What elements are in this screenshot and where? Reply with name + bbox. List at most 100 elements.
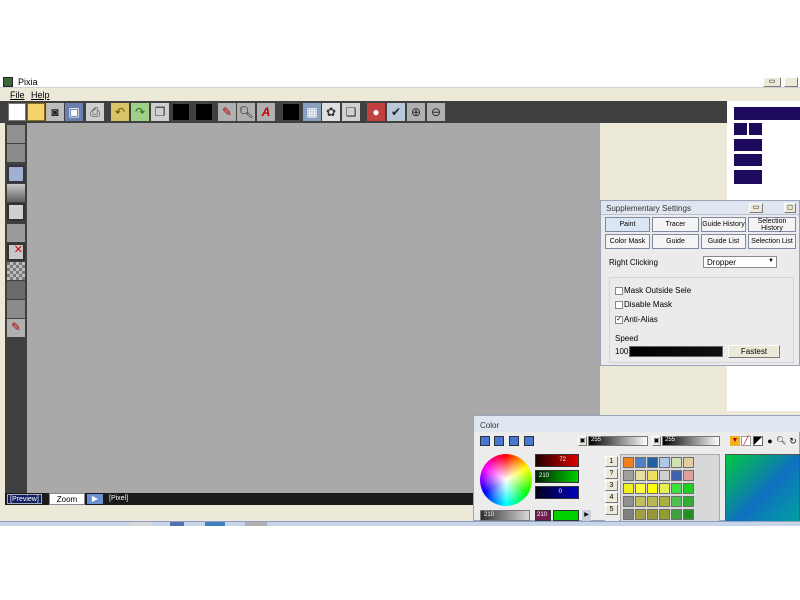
swatch-green-2[interactable] <box>683 483 694 494</box>
swatch-brush-7[interactable] <box>623 470 634 481</box>
zoom-arrow-button[interactable]: ▶ <box>87 494 103 504</box>
swatch-olive-6[interactable] <box>659 509 670 520</box>
swatch-olive-2[interactable] <box>647 496 658 507</box>
swatch-olive-5[interactable] <box>647 509 658 520</box>
disable-mask-checkbox[interactable] <box>615 301 623 309</box>
hue-strip[interactable]: 210 <box>535 510 551 521</box>
palette-block-4[interactable] <box>734 154 762 166</box>
swatch-brush-11[interactable] <box>671 470 682 481</box>
scroll-up-arrow[interactable]: ▶ <box>582 510 591 521</box>
gradient-tool-icon[interactable] <box>7 184 25 202</box>
redo-icon[interactable]: ↷ <box>131 103 149 121</box>
layer-frame-icon[interactable] <box>7 203 25 221</box>
save-icon[interactable]: ▣ <box>65 103 83 121</box>
mask-outside-checkbox[interactable] <box>615 287 623 295</box>
swatch-olive-1[interactable] <box>635 496 646 507</box>
camera-icon[interactable]: ◙ <box>46 103 64 121</box>
swatch-brush-1[interactable] <box>623 457 634 468</box>
tab-guide-history[interactable]: Guide History <box>701 217 746 232</box>
swatch-brush-12[interactable] <box>683 470 694 481</box>
undo-icon[interactable]: ↶ <box>111 103 129 121</box>
black-swatch-3[interactable] <box>282 103 300 121</box>
magnifier-icon[interactable]: 🔍︎ <box>237 103 255 121</box>
supplementary-dock-button[interactable]: ▭ <box>749 203 763 213</box>
swatch-olive-3[interactable] <box>659 496 670 507</box>
menu-help[interactable]: Help <box>31 90 50 100</box>
swatch-brush-8[interactable] <box>635 470 646 481</box>
taskbar-item-4[interactable] <box>245 522 267 526</box>
opacity-a-slider[interactable]: 255 <box>588 436 648 446</box>
red-channel-bar[interactable]: 72 <box>535 454 579 467</box>
rotate-icon[interactable]: ↻ <box>788 436 798 446</box>
tool-slot-blank-2[interactable] <box>7 144 25 162</box>
palette-block-5[interactable] <box>734 170 762 184</box>
print-icon[interactable]: ⎙ <box>86 103 104 121</box>
menu-file[interactable]: File <box>10 90 25 100</box>
preview-label[interactable]: [Preview] <box>7 494 42 504</box>
slot-2-button[interactable]: ? <box>605 468 618 479</box>
swatch-green-3[interactable] <box>671 496 682 507</box>
zoom-label[interactable]: Zoom <box>49 493 85 505</box>
zoom-out-icon[interactable]: ⊖ <box>427 103 445 121</box>
layer-panel-icon[interactable]: ▦ <box>303 103 321 121</box>
green-channel-bar[interactable]: 210 <box>535 470 579 483</box>
swatch-yellow-3[interactable] <box>647 483 658 494</box>
transparent-checker-icon[interactable] <box>7 262 25 280</box>
swatch-brush-6[interactable] <box>683 457 694 468</box>
value-strip[interactable]: 210 <box>480 510 530 521</box>
mode-button-3[interactable] <box>509 436 519 446</box>
swatch-brush-5[interactable] <box>671 457 682 468</box>
slot-1-button[interactable]: 1 <box>605 456 618 467</box>
color-wheel[interactable] <box>480 454 532 506</box>
text-tool-icon[interactable]: A <box>257 103 275 121</box>
restore-button[interactable]: ▭ <box>763 77 781 87</box>
current-color-swatch[interactable] <box>553 510 579 521</box>
dot-tool-icon[interactable]: ● <box>765 436 775 446</box>
tool-slot-blank-5[interactable] <box>7 300 25 318</box>
tool-slot-blank-4[interactable] <box>7 281 25 299</box>
swatch-brush-4[interactable] <box>659 457 670 468</box>
search-icon[interactable]: 🔍︎ <box>776 436 786 446</box>
swatch-grey-2[interactable] <box>623 509 634 520</box>
slot-5-button[interactable]: 5 <box>605 504 618 515</box>
copy-layer-icon[interactable]: ❐ <box>151 103 169 121</box>
swatch-brush-2[interactable] <box>635 457 646 468</box>
taskbar-item-3[interactable] <box>205 522 225 526</box>
tab-selection-history[interactable]: Selection History <box>748 217 796 232</box>
swatch-yellow-2[interactable] <box>635 483 646 494</box>
rectangle-select-icon[interactable] <box>7 165 25 183</box>
swatch-brush-10[interactable] <box>659 470 670 481</box>
anti-alias-checkbox[interactable]: ✓ <box>615 316 623 324</box>
tab-paint[interactable]: Paint <box>605 217 650 232</box>
swatch-green-6[interactable] <box>683 509 694 520</box>
mode-button-4[interactable] <box>524 436 534 446</box>
black-swatch-1[interactable] <box>172 103 190 121</box>
tab-color-mask[interactable]: Color Mask <box>605 234 650 249</box>
palette-block-3[interactable] <box>734 139 762 151</box>
fill-bucket-icon[interactable]: ▼ <box>730 436 740 446</box>
swatch-grey-1[interactable] <box>623 496 634 507</box>
new-file-icon[interactable] <box>8 103 26 121</box>
tab-guide-list[interactable]: Guide List <box>701 234 746 249</box>
mask-tool-icon[interactable]: ❏ <box>342 103 360 121</box>
delete-layer-icon[interactable]: ✕ <box>7 243 25 261</box>
swatch-green-1[interactable] <box>671 483 682 494</box>
slot-4-button[interactable]: 4 <box>605 492 618 503</box>
opacity-a-button[interactable]: ▣ <box>578 436 587 446</box>
swatch-brush-9[interactable] <box>647 470 658 481</box>
swatch-yellow-1[interactable] <box>623 483 634 494</box>
swatch-yellow-4[interactable] <box>659 483 670 494</box>
palette-block-1[interactable] <box>734 123 747 135</box>
supplementary-close-button[interactable]: ◻ <box>784 203 796 213</box>
tool-slot-blank-1[interactable] <box>7 125 25 143</box>
taskbar-item-2[interactable] <box>170 522 184 526</box>
line-tool-icon[interactable]: ╱ <box>741 436 751 446</box>
speed-setting-button[interactable]: Fastest <box>728 345 780 358</box>
opacity-b-slider[interactable]: 255 <box>662 436 720 446</box>
right-clicking-dropdown[interactable]: Dropper ▼ <box>703 256 777 268</box>
open-folder-icon[interactable] <box>27 103 45 121</box>
taskbar-item-1[interactable] <box>130 522 152 526</box>
blue-channel-bar[interactable]: 0 <box>535 486 579 499</box>
check-tool-icon[interactable]: ✔ <box>387 103 405 121</box>
opacity-b-button[interactable]: ▣ <box>652 436 661 446</box>
